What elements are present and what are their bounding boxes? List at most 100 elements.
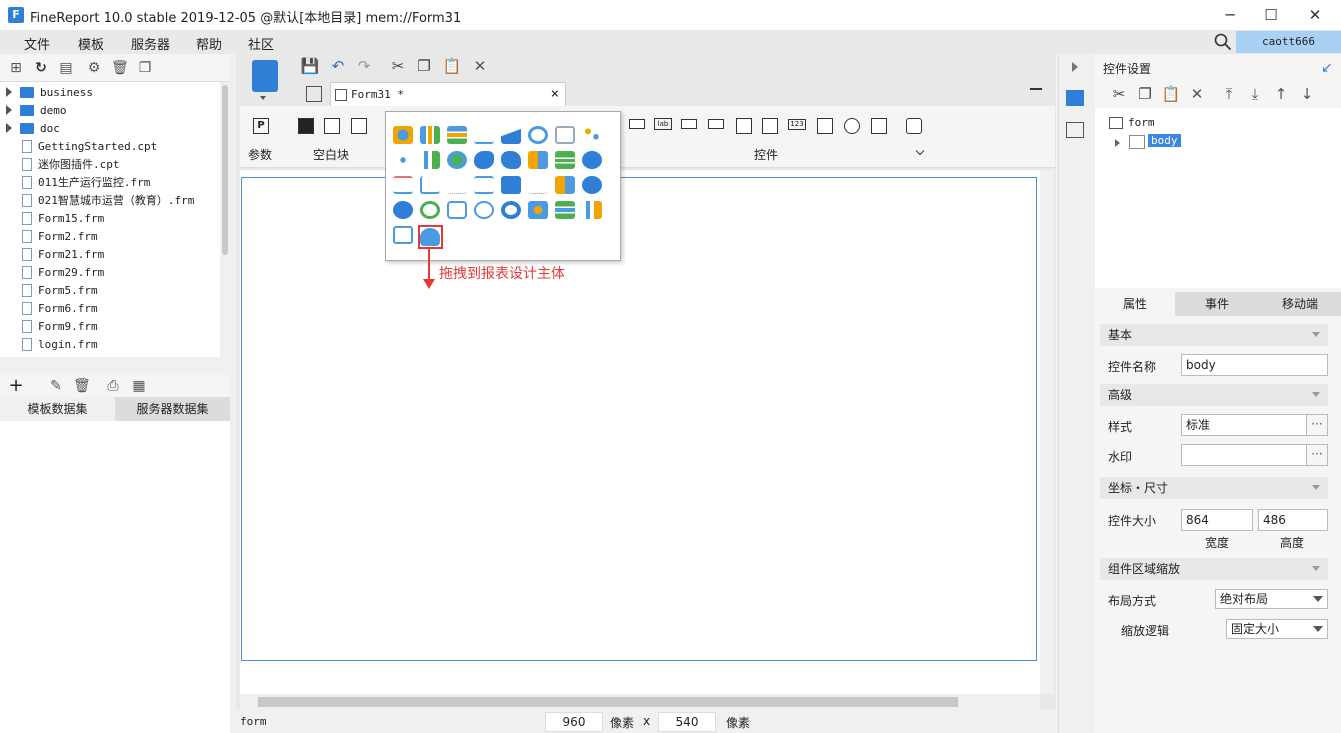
tree-file[interactable]: Form15.frm bbox=[0, 209, 104, 227]
layout-icon[interactable] bbox=[1066, 122, 1084, 138]
cut-icon[interactable]: ✂ bbox=[1109, 84, 1129, 104]
form-template-icon[interactable] bbox=[252, 60, 278, 92]
tree-folder-business[interactable]: business bbox=[0, 83, 93, 101]
structure-chart-icon[interactable] bbox=[528, 176, 548, 194]
section-coord-size[interactable]: 坐标・尺寸 bbox=[1100, 477, 1328, 499]
absolute-block-icon[interactable] bbox=[298, 118, 314, 134]
layout-mode-select[interactable]: 绝对布局 bbox=[1215, 589, 1328, 609]
number-gauge-icon[interactable] bbox=[474, 201, 494, 219]
flow-map-icon[interactable] bbox=[582, 176, 602, 194]
tree-file[interactable]: login.frm bbox=[0, 335, 98, 353]
move-top-icon[interactable]: ⤒ bbox=[1219, 84, 1239, 104]
tab-properties[interactable]: 属性 bbox=[1095, 292, 1175, 316]
progress-ring-icon[interactable] bbox=[501, 201, 521, 219]
chevron-down-icon[interactable] bbox=[915, 146, 925, 156]
close-tab-icon[interactable]: × bbox=[551, 86, 559, 102]
cut-icon[interactable]: ✂ bbox=[388, 56, 408, 76]
custom-bar-icon[interactable] bbox=[582, 201, 602, 219]
tree-node-form[interactable]: form bbox=[1128, 116, 1155, 129]
grid-block-icon[interactable] bbox=[351, 118, 367, 134]
parameter-icon[interactable]: P bbox=[253, 118, 269, 134]
bar-chart-icon[interactable] bbox=[420, 126, 440, 144]
tree-file[interactable]: 011生产运行监控.frm bbox=[0, 173, 150, 191]
tree-folder-doc[interactable]: doc bbox=[0, 119, 60, 137]
delete-icon[interactable]: 🗑 bbox=[73, 378, 91, 394]
delete-icon[interactable]: 🗑 bbox=[111, 60, 129, 76]
ring-gauge-icon[interactable] bbox=[420, 201, 440, 219]
canvas-width-field[interactable]: 960 bbox=[545, 712, 603, 732]
widget-settings-icon[interactable] bbox=[1066, 90, 1084, 106]
tree-file[interactable]: 021智慧城市运营（教育）.frm bbox=[0, 191, 194, 209]
new-folder-icon[interactable]: ⊞ bbox=[8, 60, 24, 76]
range-bar-icon[interactable] bbox=[555, 201, 575, 219]
tree-node-body[interactable]: body bbox=[1148, 134, 1181, 147]
expand-icon[interactable] bbox=[1115, 139, 1120, 147]
search-widget-icon[interactable] bbox=[906, 118, 922, 134]
label-widget-icon[interactable]: lab bbox=[654, 118, 672, 130]
combo-chart-icon[interactable] bbox=[420, 151, 440, 169]
tab-server-dataset[interactable]: 服务器数据集 bbox=[115, 397, 230, 421]
edit-icon[interactable]: ✎ bbox=[48, 378, 64, 394]
watermark-input[interactable] bbox=[1181, 444, 1307, 466]
box-chart-icon[interactable] bbox=[420, 176, 440, 194]
map-chart-icon[interactable] bbox=[474, 151, 494, 169]
menu-template[interactable]: 模板 bbox=[78, 34, 104, 53]
dropdown-icon[interactable] bbox=[1030, 88, 1042, 100]
gauge-chart-icon[interactable] bbox=[528, 126, 548, 144]
tab-mobile[interactable]: 移动端 bbox=[1259, 292, 1341, 316]
org-chart-icon[interactable] bbox=[393, 226, 413, 244]
save-icon[interactable]: 💾 bbox=[300, 56, 320, 76]
search-icon[interactable] bbox=[1214, 33, 1232, 51]
preview-icon[interactable]: ⎙ bbox=[105, 378, 121, 394]
split-block-icon[interactable] bbox=[324, 118, 340, 134]
grid-view-icon[interactable] bbox=[306, 86, 322, 102]
checkbox-widget-icon[interactable] bbox=[871, 118, 887, 134]
watermark-more-button[interactable]: ··· bbox=[1306, 444, 1328, 466]
widget-name-input[interactable]: body bbox=[1181, 354, 1328, 376]
donut-chart-icon[interactable] bbox=[447, 151, 467, 169]
textarea-widget-icon[interactable] bbox=[817, 118, 833, 134]
tree-file[interactable]: Form5.frm bbox=[0, 281, 98, 299]
globe-chart-icon[interactable] bbox=[582, 151, 602, 169]
tree-hscrollbar[interactable] bbox=[0, 357, 230, 367]
section-basic[interactable]: 基本 bbox=[1100, 324, 1328, 346]
paste-icon[interactable]: 📋 bbox=[1161, 84, 1181, 104]
tree-file[interactable]: Form21.frm bbox=[0, 245, 104, 263]
line-chart-icon[interactable] bbox=[474, 126, 494, 144]
settings-icon[interactable]: ⚙ bbox=[86, 60, 102, 76]
menu-help[interactable]: 帮助 bbox=[196, 34, 222, 53]
menu-server[interactable]: 服务器 bbox=[131, 34, 170, 53]
expand-icon[interactable] bbox=[1072, 62, 1078, 72]
pin-icon[interactable]: ↙ bbox=[1321, 60, 1335, 76]
minimize-button[interactable]: ─ bbox=[1215, 4, 1245, 26]
delete-icon[interactable]: ✕ bbox=[1187, 84, 1207, 104]
gantt-chart-icon[interactable] bbox=[393, 176, 413, 194]
pie-3d-icon[interactable] bbox=[528, 201, 548, 219]
copy-icon[interactable]: ❐ bbox=[1135, 84, 1155, 104]
move-down-icon[interactable]: ↓ bbox=[1297, 84, 1317, 104]
date-widget-icon[interactable] bbox=[762, 118, 778, 134]
tree-file[interactable]: Form9.frm bbox=[0, 317, 98, 335]
tree-folder-demo[interactable]: demo bbox=[0, 101, 67, 119]
tab-template-dataset[interactable]: 模板数据集 bbox=[0, 397, 115, 421]
width-spinner[interactable]: 864 bbox=[1181, 509, 1253, 531]
textbox-icon[interactable] bbox=[629, 119, 645, 129]
delete-icon[interactable]: ✕ bbox=[470, 56, 490, 76]
scatter-chart-icon[interactable] bbox=[582, 126, 602, 144]
combobox-widget-icon[interactable] bbox=[708, 119, 724, 129]
height-spinner[interactable]: 486 bbox=[1258, 509, 1328, 531]
radio-widget-icon[interactable] bbox=[844, 118, 860, 134]
bubble-chart-icon[interactable] bbox=[393, 151, 413, 169]
add-icon[interactable]: + bbox=[8, 377, 24, 395]
style-more-button[interactable]: ··· bbox=[1306, 414, 1328, 436]
tree-scrollbar-thumb[interactable] bbox=[222, 85, 228, 255]
heat-map-icon[interactable] bbox=[501, 151, 521, 169]
pie-chart-icon[interactable] bbox=[393, 126, 413, 144]
section-advanced[interactable]: 高级 bbox=[1100, 384, 1328, 406]
tab-form31[interactable]: Form31 * × bbox=[330, 82, 566, 106]
tree-file[interactable]: 迷你图插件.cpt bbox=[0, 155, 120, 173]
redo-icon[interactable]: ↷ bbox=[354, 56, 374, 76]
open-icon[interactable]: ▤ bbox=[58, 60, 74, 76]
user-account[interactable]: caott666 bbox=[1236, 31, 1341, 53]
tree-file[interactable]: Form2.frm bbox=[0, 227, 98, 245]
